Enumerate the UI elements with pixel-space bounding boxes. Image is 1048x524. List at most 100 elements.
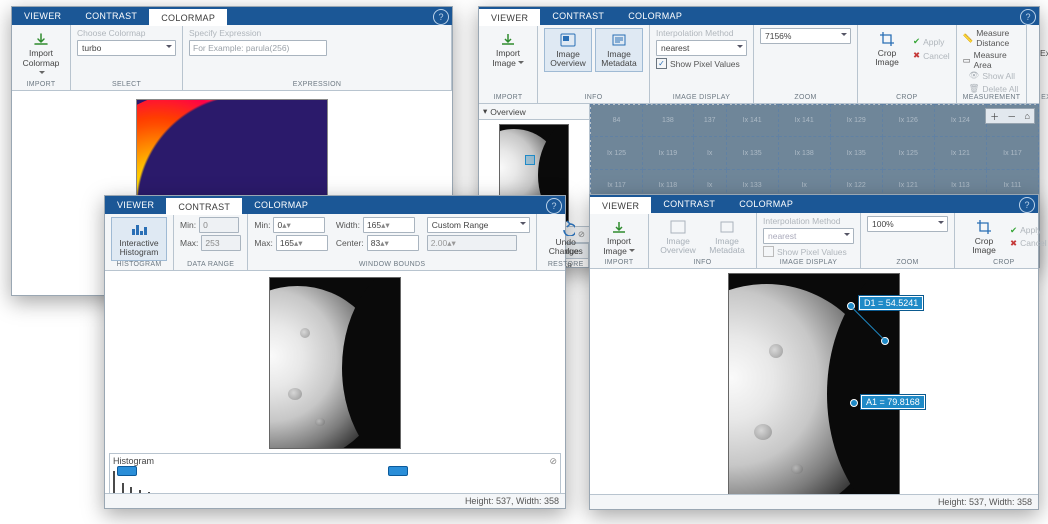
group-crop: Crop Image ✔Apply ✖Cancel CROP: [955, 213, 1048, 268]
close-panel-icon[interactable]: ⊘: [549, 456, 557, 467]
image-overview-button[interactable]: Image Overview: [655, 216, 701, 258]
measure-distance-button[interactable]: 📏Measure Distance: [963, 28, 1021, 48]
group-zoom: 100% ZOOM: [861, 213, 955, 268]
help-icon[interactable]: ?: [1019, 197, 1035, 213]
colormap-select[interactable]: turbo: [77, 40, 176, 56]
crop-icon: [878, 30, 896, 48]
expression-input[interactable]: For Example: parula(256): [189, 40, 327, 56]
home-icon[interactable]: ⌂: [1024, 111, 1029, 121]
undo-changes-button[interactable]: Undo Changes: [543, 217, 589, 259]
interp-select[interactable]: nearest: [656, 40, 747, 56]
interactive-histogram-button[interactable]: Interactive Histogram: [111, 217, 167, 261]
show-pixel-checkbox[interactable]: ✓: [656, 58, 667, 69]
import-icon: [610, 218, 628, 236]
import-image-button[interactable]: Import Image: [596, 216, 642, 259]
center-input[interactable]: 83 ▴▾: [367, 235, 419, 251]
distance-badge[interactable]: D1 = 54.5241: [858, 295, 924, 311]
group-histogram: Interactive Histogram HISTOGRAM: [105, 214, 174, 270]
ribbon: Interactive Histogram HISTOGRAM Min:0 Ma…: [105, 214, 565, 271]
group-info: Image Overview Image Metadata INFO: [649, 213, 757, 268]
group-info: Image Overview Image Metadata INFO: [538, 25, 650, 103]
group-select: Choose Colormap turbo SELECT: [71, 25, 183, 90]
tab-viewer[interactable]: VIEWER: [479, 7, 540, 26]
tab-viewer[interactable]: VIEWER: [12, 7, 73, 25]
zoom-out-icon[interactable]: －: [1007, 110, 1016, 123]
group-image-display: Interpolation Method nearest Show Pixel …: [757, 213, 861, 268]
tab-colormap[interactable]: COLORMAP: [616, 7, 694, 25]
tab-colormap[interactable]: COLORMAP: [727, 195, 805, 213]
export-button[interactable]: Export: [1033, 28, 1048, 60]
group-import: Import Image IMPORT: [479, 25, 538, 103]
zoom-select[interactable]: 7156%: [760, 28, 851, 44]
tab-viewer[interactable]: VIEWER: [590, 195, 651, 214]
import-icon: [499, 30, 517, 48]
help-icon[interactable]: ?: [433, 9, 449, 25]
group-measurement: 📏Measure Distance ▭Measure Area 👁Show Al…: [957, 25, 1028, 103]
tab-contrast[interactable]: CONTRAST: [166, 196, 242, 215]
group-data-range: Min:0 Max:253 DATA RANGE: [174, 214, 248, 270]
group-crop: Crop Image ✔Apply ✖Cancel CROP: [858, 25, 957, 103]
interp-select[interactable]: nearest: [763, 228, 854, 244]
help-icon[interactable]: ?: [1020, 9, 1036, 25]
gamma-input: 2.00 ▴▾: [427, 235, 517, 251]
viewport-indicator[interactable]: [525, 155, 535, 165]
import-image-button[interactable]: Import Colormap: [18, 28, 64, 81]
metadata-icon: [718, 218, 736, 236]
area-badge[interactable]: A1 = 79.8168: [860, 394, 926, 410]
measure-area-button[interactable]: ▭Measure Area: [963, 50, 1021, 70]
window-viewer-measure: VIEWER CONTRAST COLORMAP ? Import Image …: [589, 194, 1039, 510]
help-icon[interactable]: ?: [546, 198, 562, 214]
tab-contrast[interactable]: CONTRAST: [540, 7, 616, 25]
area-icon: ▭: [963, 55, 971, 66]
show-all-button[interactable]: 👁Show All: [969, 70, 1021, 81]
show-pixel-checkbox[interactable]: [763, 246, 774, 257]
image-metadata-button[interactable]: Image Metadata: [595, 28, 643, 72]
crop-image-button[interactable]: Crop Image: [864, 28, 910, 70]
tab-colormap[interactable]: COLORMAP: [242, 196, 320, 214]
slider-min-handle[interactable]: [117, 466, 137, 476]
image-metadata-button[interactable]: Image Metadata: [704, 216, 750, 258]
import-label: Import: [29, 49, 53, 58]
area-vertex[interactable]: [850, 399, 858, 407]
group-label-expression: EXPRESSION: [189, 81, 445, 88]
tab-contrast[interactable]: CONTRAST: [73, 7, 149, 25]
tab-colormap[interactable]: COLORMAP: [149, 7, 227, 26]
contrast-body: Histogram ⊘ 050100150200250 Intensity: [105, 271, 565, 493]
range-mode-select[interactable]: Custom Range: [427, 217, 530, 233]
histogram-title: Histogram: [113, 456, 154, 466]
width-input[interactable]: 165 ▴▾: [363, 217, 415, 233]
choose-colormap-label: Choose Colormap: [77, 28, 176, 38]
overview-icon: [559, 31, 577, 49]
histogram-icon: [130, 220, 148, 238]
group-window-bounds: Min:0 ▴▾ Max:165 ▴▾ Width:165 ▴▾ Center:…: [248, 214, 536, 270]
slider-max-handle[interactable]: [388, 466, 408, 476]
crop-icon: [975, 218, 993, 236]
group-image-display: Interpolation Method nearest ✓Show Pixel…: [650, 25, 754, 103]
dropdown-caret: Image: [492, 59, 524, 68]
max-input[interactable]: 165 ▴▾: [276, 235, 328, 251]
group-label-import: IMPORT: [18, 81, 64, 88]
overview-header[interactable]: ▾Overview: [479, 104, 589, 120]
histogram-chart[interactable]: 050100150200250 Intensity: [113, 469, 557, 493]
tab-contrast[interactable]: CONTRAST: [651, 195, 727, 213]
crop-image-button[interactable]: Crop Image: [961, 216, 1007, 258]
import-image-button[interactable]: Import Image: [485, 28, 531, 71]
zoom-in-icon[interactable]: ＋: [990, 110, 999, 123]
undo-icon: [557, 219, 575, 237]
min-readonly: 0: [199, 217, 239, 233]
pan-zoom-toolbar[interactable]: ＋ － ⌂: [985, 108, 1035, 124]
group-import: Import Colormap IMPORT: [12, 25, 71, 90]
min-input[interactable]: 0 ▴▾: [273, 217, 325, 233]
tab-bar: VIEWER CONTRAST COLORMAP ?: [12, 7, 452, 25]
image-overview-button[interactable]: Image Overview: [544, 28, 592, 72]
delete-all-button[interactable]: 🗑Delete All: [969, 83, 1021, 94]
tab-viewer[interactable]: VIEWER: [105, 196, 166, 214]
group-zoom: 7156% ZOOM: [754, 25, 858, 103]
ribbon: Import Colormap IMPORT Choose Colormap t…: [12, 25, 452, 91]
metadata-icon: [610, 31, 628, 49]
ribbon: Import Image IMPORT Image Overview Image…: [590, 213, 1038, 269]
specify-expression-label: Specify Expression: [189, 28, 445, 38]
zoom-select[interactable]: 100%: [867, 216, 948, 232]
check-icon: ✔: [913, 36, 920, 47]
viewer-canvas[interactable]: D1 = 54.5241 A1 = 79.8168: [590, 269, 1038, 494]
